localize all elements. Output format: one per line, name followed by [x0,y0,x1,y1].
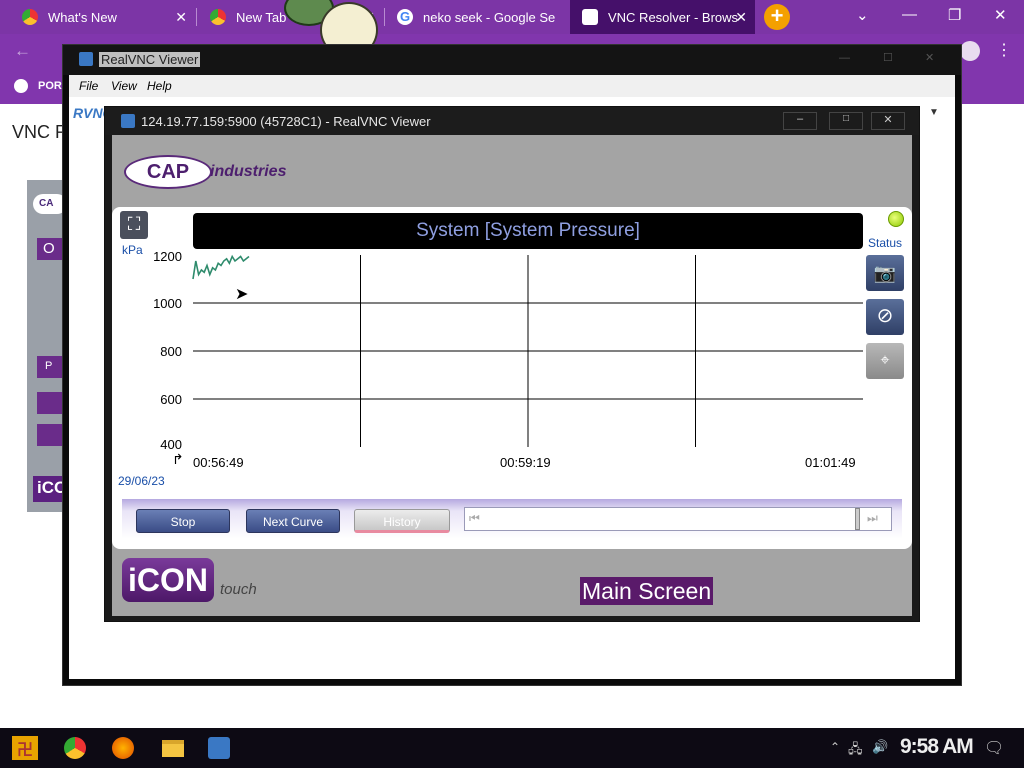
realvnc-icon[interactable] [208,737,230,759]
maximize-button[interactable]: □ [829,112,863,130]
control-bar: Stop Next Curve History ⏮ ⏭ [122,499,902,539]
tab-whats-new[interactable]: What's New ✕ [10,0,195,34]
bookmark-link[interactable]: POR [38,80,62,92]
menu-view[interactable]: View [111,79,137,93]
next-curve-button[interactable]: Next Curve [246,509,340,533]
tab-neko-seek[interactable]: G neko seek - Google Se [385,0,570,34]
outer-title-bar: RealVNC Viewer — ☐ ✕ [63,45,961,75]
y-tick-label: 1200 [153,249,182,264]
camera-icon[interactable]: 📷 [866,255,904,291]
back-arrow-icon[interactable]: ← [14,41,31,61]
mouse-cursor-icon: ➤ [235,286,249,303]
page-side-panel: CA O P iCO [27,180,67,512]
maximize-button[interactable]: ☐ [883,51,893,64]
tab-label: New Tab [236,9,287,25]
start-button[interactable]: 卍 [12,736,38,760]
tab-label: VNC Resolver - Brows [608,9,739,25]
touch-label: touch [220,581,257,598]
tab-search-icon[interactable]: ⌄ [856,6,869,24]
clock[interactable]: 9:58 AM [900,735,974,759]
volume-icon[interactable]: 🔊 [872,739,888,755]
history-button[interactable]: History [354,509,450,533]
close-tab-icon[interactable]: ✕ [735,9,747,26]
date-label: 29/06/23 [118,474,165,488]
tray-chevron-icon[interactable]: ⌃ [830,740,840,754]
inner-title-bar: 124.19.77.159:5900 (45728C1) - RealVNC V… [105,107,919,135]
notification-icon[interactable]: 🗨 [984,738,1004,758]
skip-forward-icon[interactable]: ⏭ [867,511,878,526]
trend-icon[interactable]: ⊘ [866,299,904,335]
chrome-icon[interactable] [64,737,86,759]
portal-icon [14,79,28,93]
scroll-thumb[interactable] [855,508,860,530]
file-explorer-icon[interactable] [162,740,184,757]
industries-text: industries [210,163,287,180]
status-label: Status [868,236,903,250]
y-tick-label: 800 [160,344,182,359]
tab-divider [196,8,197,26]
chrome-icon [22,9,38,25]
history-scrollbar[interactable]: ⏮ ⏭ [464,507,892,531]
cursor-crosshair-icon[interactable]: ⌖ [866,343,904,379]
close-button[interactable]: ✕ [871,112,905,130]
taskbar: 卍 ⌃ 🖧 🔊 9:58 AM 🗨 [0,728,1024,768]
realvnc-icon [79,52,93,66]
network-icon[interactable]: 🖧 [848,740,863,762]
dropdown-arrow-icon[interactable]: ▼ [929,107,939,118]
vnc-icon [582,9,598,25]
status-led [888,211,904,227]
x-tick-label: 00:56:49 [193,455,244,470]
skip-back-icon[interactable]: ⏮ [469,511,480,526]
trend-panel: ⛶ kPa System [System Pressure] Status 📷 … [112,207,912,549]
menu-help[interactable]: Help [147,79,172,93]
y-tick-label: 1000 [153,296,182,311]
outer-menu-bar: File View Help [69,75,955,97]
minimize-button[interactable]: — [839,52,850,64]
close-tab-icon[interactable]: ✕ [175,9,187,26]
x-axis-arrow-icon: ↱ [172,451,184,467]
cap-logo: CAP [124,155,212,189]
tab-label: What's New [48,9,117,25]
inner-window-title: 124.19.77.159:5900 (45728C1) - RealVNC V… [141,114,431,129]
menu-icon[interactable]: ⋮ [996,40,1012,60]
new-tab-button[interactable]: + [764,4,790,30]
google-icon: G [397,9,413,25]
x-tick-label: 00:59:19 [500,455,551,470]
stop-button[interactable]: Stop [136,509,230,533]
menu-file[interactable]: File [79,79,98,93]
close-window-button[interactable]: ✕ [994,6,1007,24]
y-tick-label: 400 [160,437,182,452]
firefox-icon[interactable] [112,737,134,759]
x-tick-label: 01:01:49 [805,455,856,470]
tab-vnc-resolver[interactable]: VNC Resolver - Brows ✕ [570,0,755,34]
realvnc-icon [121,114,135,128]
series-line [192,254,250,280]
close-button[interactable]: ✕ [925,51,934,64]
trend-chart: 1200 1000 800 600 400 00:56:49 00:59:19 01:01:… [153,249,863,470]
screen-name: Main Screen [580,577,714,605]
outer-window-title: RealVNC Viewer [99,52,201,67]
chrome-icon [210,9,226,25]
profile-avatar[interactable] [960,41,980,61]
icon-brand-logo: iCON [122,558,214,602]
browser-tab-strip: What's New ✕ New Tab ✕ G neko seek - Goo… [0,0,1024,34]
inner-vnc-window: 124.19.77.159:5900 (45728C1) - RealVNC V… [104,106,920,622]
minimize-button[interactable]: — [902,6,917,23]
hmi-screen: CAP industries ⛶ kPa System [System Pres… [112,135,912,616]
minimize-button[interactable]: – [783,112,817,130]
tab-label: neko seek - Google Se [423,9,556,25]
y-tick-label: 600 [160,392,182,407]
maximize-button[interactable]: ❐ [948,6,961,24]
